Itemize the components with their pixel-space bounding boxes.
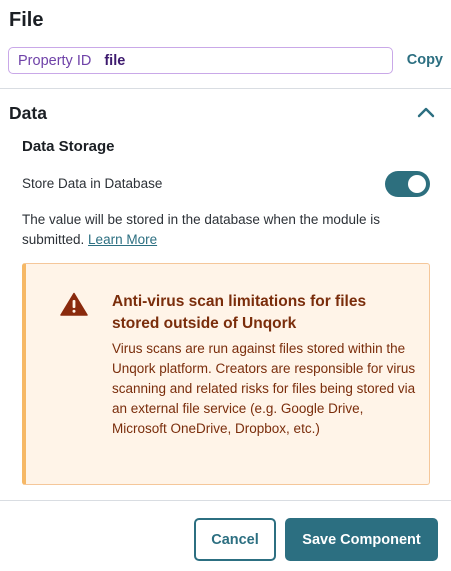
help-text: The value will be stored in the database… <box>22 212 380 247</box>
learn-more-link[interactable]: Learn More <box>88 232 157 247</box>
footer-divider <box>0 500 451 501</box>
warning-triangle-icon <box>60 292 88 316</box>
chevron-up-icon[interactable] <box>415 104 437 120</box>
property-id-value[interactable]: file <box>104 53 125 69</box>
section-title-data: Data <box>9 103 47 123</box>
cancel-button[interactable]: Cancel <box>194 518 276 561</box>
property-id-label: Property ID <box>18 52 92 69</box>
panel-title: File <box>9 9 44 31</box>
save-component-button[interactable]: Save Component <box>285 518 438 561</box>
divider <box>0 88 451 89</box>
property-id-row: Property ID file Copy <box>8 47 443 74</box>
store-data-toggle[interactable] <box>385 171 430 197</box>
store-data-help-text: The value will be stored in the database… <box>22 210 432 250</box>
antivirus-warning-alert: Anti-virus scan limitations for files st… <box>22 263 430 485</box>
alert-title: Anti-virus scan limitations for files st… <box>112 293 367 332</box>
property-id-field[interactable]: Property ID file <box>8 47 393 74</box>
copy-button[interactable]: Copy <box>407 52 443 68</box>
data-storage-heading: Data Storage <box>22 138 115 155</box>
toggle-knob <box>408 175 426 193</box>
store-data-label: Store Data in Database <box>22 176 163 191</box>
alert-body: Virus scans are run against files stored… <box>112 341 416 436</box>
